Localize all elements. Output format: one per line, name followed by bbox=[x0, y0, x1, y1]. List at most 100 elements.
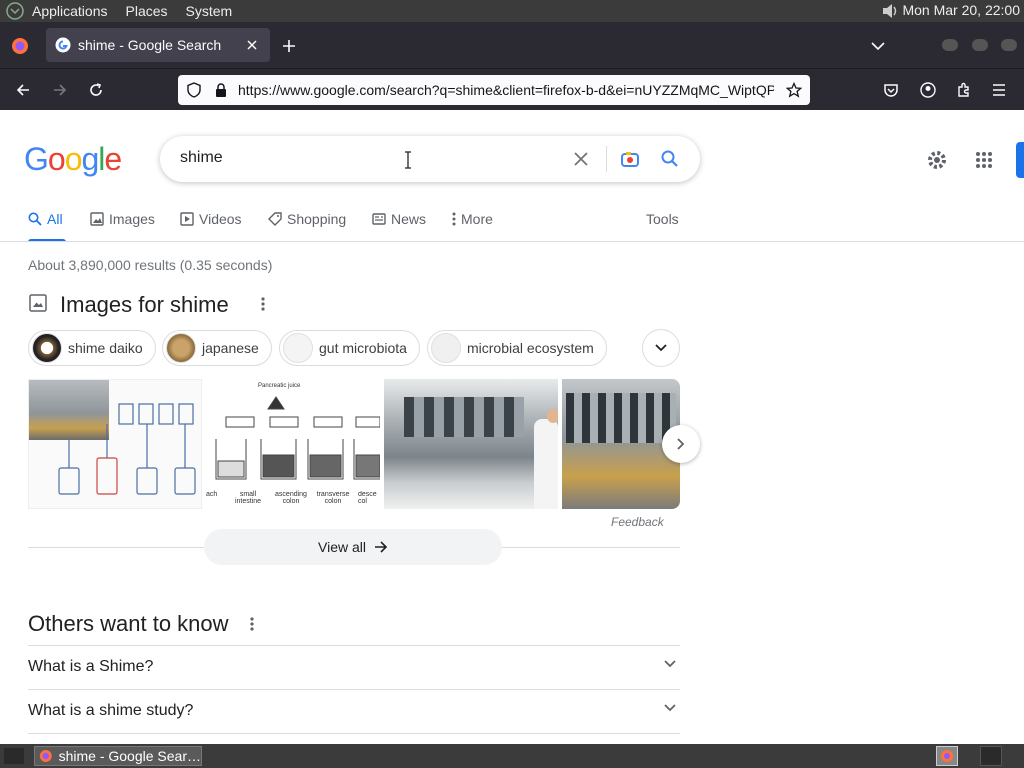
settings-gear-icon[interactable] bbox=[926, 149, 948, 171]
faq-question: What is a Shime? bbox=[28, 658, 154, 675]
arrow-right-icon bbox=[375, 541, 388, 553]
tab-images[interactable]: Images bbox=[90, 211, 155, 227]
more-vert-icon bbox=[452, 212, 456, 226]
chip-thumb-diagram bbox=[283, 333, 313, 363]
chip-thumb-food bbox=[166, 333, 196, 363]
sign-in-button[interactable] bbox=[1016, 142, 1024, 178]
browser-nav-bar: https://www.google.com/search?q=shime&cl… bbox=[0, 68, 1024, 110]
url-text[interactable]: https://www.google.com/search?q=shime&cl… bbox=[238, 82, 774, 98]
tab-shopping[interactable]: Shopping bbox=[268, 211, 346, 227]
chip-label: japanese bbox=[202, 340, 259, 356]
app-menu-icon[interactable] bbox=[992, 83, 1006, 97]
system-top-panel: Applications Places System Mon Mar 20, 2… bbox=[0, 0, 1024, 22]
extensions-icon[interactable] bbox=[956, 82, 972, 98]
clear-search-icon[interactable] bbox=[573, 151, 589, 167]
workspace-2-button[interactable] bbox=[980, 746, 1002, 766]
taskbar-item-label: shime - Google Sear… bbox=[58, 748, 201, 764]
show-desktop-icon[interactable] bbox=[4, 748, 24, 764]
account-icon[interactable] bbox=[920, 82, 936, 98]
diagram-label: ascending colon bbox=[275, 491, 307, 505]
chevron-right-icon bbox=[677, 438, 685, 450]
system-logo-icon[interactable] bbox=[6, 2, 24, 20]
places-menu[interactable]: Places bbox=[126, 3, 168, 19]
chevron-down-icon bbox=[664, 704, 676, 712]
chip-japanese[interactable]: japanese bbox=[162, 330, 272, 366]
image-icon bbox=[90, 212, 104, 226]
google-favicon-icon bbox=[55, 37, 71, 53]
video-icon bbox=[180, 212, 194, 226]
tab-shopping-label: Shopping bbox=[287, 211, 347, 227]
google-apps-icon[interactable] bbox=[975, 151, 993, 169]
search-submit-icon[interactable] bbox=[661, 150, 679, 168]
chip-shime-daiko[interactable]: shime daiko bbox=[28, 330, 156, 366]
tab-videos-label: Videos bbox=[199, 211, 242, 227]
tab-all[interactable]: All bbox=[28, 211, 63, 227]
workspace-switcher-icon[interactable] bbox=[936, 746, 958, 766]
tab-more[interactable]: More bbox=[452, 211, 493, 227]
tab-all-label: All bbox=[47, 211, 63, 227]
search-icon bbox=[28, 212, 42, 226]
images-section-title[interactable]: Images for shime bbox=[60, 292, 229, 318]
images-section-more-icon[interactable] bbox=[261, 297, 265, 311]
search-input[interactable]: shime bbox=[180, 149, 223, 167]
others-section-more-icon[interactable] bbox=[250, 617, 254, 631]
result-stats: About 3,890,000 results (0.35 seconds) bbox=[28, 257, 273, 273]
diagram-label: transverse colon bbox=[316, 491, 350, 505]
feedback-link[interactable]: Feedback bbox=[611, 515, 664, 529]
window-minimize-button[interactable] bbox=[942, 39, 958, 51]
chip-label: microbial ecosystem bbox=[467, 340, 594, 356]
tab-news[interactable]: News bbox=[372, 211, 426, 227]
firefox-icon bbox=[39, 750, 52, 762]
chip-gut-microbiota[interactable]: gut microbiota bbox=[279, 330, 420, 366]
url-bar[interactable]: https://www.google.com/search?q=shime&cl… bbox=[178, 75, 810, 105]
shield-icon[interactable] bbox=[186, 82, 202, 98]
tab-shime-google-search[interactable]: shime - Google Search bbox=[46, 28, 270, 62]
images-next-button[interactable] bbox=[662, 425, 700, 463]
window-maximize-button[interactable] bbox=[972, 39, 988, 51]
pocket-icon[interactable] bbox=[883, 82, 899, 98]
taskbar-item-firefox[interactable]: shime - Google Sear… bbox=[34, 746, 202, 766]
lock-icon[interactable] bbox=[214, 82, 228, 98]
system-menu[interactable]: System bbox=[186, 3, 233, 19]
tab-more-label: More bbox=[461, 211, 493, 227]
applications-menu[interactable]: Applications bbox=[32, 3, 108, 19]
chip-label: shime daiko bbox=[68, 340, 143, 356]
chip-thumb-diagram bbox=[431, 333, 461, 363]
window-close-button[interactable] bbox=[1001, 39, 1017, 51]
tab-images-label: Images bbox=[109, 211, 155, 227]
new-tab-icon[interactable] bbox=[282, 39, 296, 53]
google-logo[interactable]: Google bbox=[24, 141, 122, 178]
diagram-top-label: Pancreatic juice bbox=[258, 383, 301, 389]
diagram-label: desce col bbox=[358, 491, 377, 505]
faq-item-2[interactable]: What is a shime study? bbox=[28, 689, 680, 733]
system-clock: Mon Mar 20, 22:00 bbox=[902, 2, 1020, 18]
search-box[interactable]: shime bbox=[160, 136, 700, 182]
faq-question: What is a shime study? bbox=[28, 702, 194, 719]
bookmark-star-icon[interactable] bbox=[786, 82, 802, 98]
chevron-down-icon bbox=[655, 344, 667, 352]
firefox-icon[interactable] bbox=[11, 37, 29, 55]
reload-icon[interactable] bbox=[88, 82, 104, 98]
news-icon bbox=[372, 213, 386, 225]
lens-camera-icon[interactable] bbox=[620, 149, 640, 169]
search-divider bbox=[606, 146, 607, 172]
chip-microbial-ecosystem[interactable]: microbial ecosystem bbox=[427, 330, 607, 366]
image-result-2-diagram[interactable]: Pancreatic juice ach small intestine asc… bbox=[206, 379, 380, 509]
chip-label: gut microbiota bbox=[319, 340, 407, 356]
back-icon[interactable] bbox=[15, 82, 31, 98]
tab-title: shime - Google Search bbox=[78, 37, 222, 53]
volume-icon[interactable] bbox=[880, 2, 900, 20]
list-all-tabs-icon[interactable] bbox=[871, 41, 885, 51]
forward-icon[interactable] bbox=[52, 82, 68, 98]
tab-news-label: News bbox=[391, 211, 427, 227]
tools-button[interactable]: Tools bbox=[646, 211, 679, 227]
google-results-page: Google shime All Images Videos Shopping … bbox=[0, 110, 1024, 744]
image-result-1[interactable] bbox=[28, 379, 202, 509]
view-all-button[interactable]: View all bbox=[204, 529, 502, 565]
faq-item-1[interactable]: What is a Shime? bbox=[28, 645, 680, 689]
tab-close-icon[interactable] bbox=[246, 39, 258, 51]
image-result-3-lab[interactable] bbox=[384, 379, 558, 509]
tab-videos[interactable]: Videos bbox=[180, 211, 242, 227]
others-section-title: Others want to know bbox=[28, 611, 229, 636]
chips-expand-button[interactable] bbox=[642, 329, 680, 367]
